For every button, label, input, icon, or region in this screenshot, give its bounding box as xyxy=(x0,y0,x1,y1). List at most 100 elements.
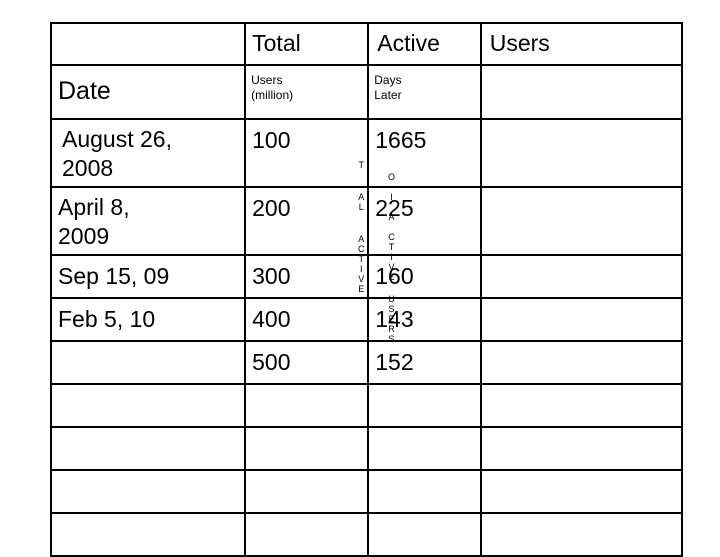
cell-users-value: 500 xyxy=(252,349,291,375)
cell-days-value xyxy=(369,428,479,433)
table-row: August 26, 2008 100 1665 xyxy=(49,118,684,188)
cell-date-line2: 2008 xyxy=(62,155,114,181)
header-cell-days-later: Days Later xyxy=(367,64,482,120)
cell-users: 200 xyxy=(244,186,370,256)
header-users-line2: (million) xyxy=(251,88,294,102)
cell-extra xyxy=(479,383,684,428)
cell-date-line1 xyxy=(52,471,244,476)
header-cell-users: Users xyxy=(479,22,684,66)
cell-users: 100 xyxy=(244,118,370,188)
cell-users-value xyxy=(246,471,367,476)
cell-days-value xyxy=(369,385,479,390)
cell-date xyxy=(49,383,247,428)
cell-date-line1 xyxy=(52,428,244,433)
cell-date-line1: August 26, xyxy=(62,126,172,152)
cell-extra-value xyxy=(482,188,681,193)
cell-date: August 26, 2008 xyxy=(49,118,247,188)
cell-days-value: 225 xyxy=(375,195,414,221)
cell-days xyxy=(367,469,482,514)
cell-extra xyxy=(479,426,684,471)
cell-days-value: 143 xyxy=(375,306,414,332)
header-users-text: Users xyxy=(489,30,550,56)
cell-extra-value xyxy=(482,514,681,519)
cell-users-value xyxy=(246,385,367,390)
cell-date-line1: Sep 15, 09 xyxy=(58,263,170,289)
cell-users: 400 xyxy=(244,297,370,342)
cell-extra-value xyxy=(482,342,681,347)
cell-users xyxy=(244,512,370,557)
cell-date-line1 xyxy=(52,342,244,347)
cell-date-line1: April 8, xyxy=(58,194,130,220)
header-blank-2-text xyxy=(482,66,681,73)
cell-users: 500 xyxy=(244,340,370,385)
cell-date xyxy=(49,426,247,471)
cell-users-value: 400 xyxy=(252,306,291,332)
cell-days: 160 xyxy=(367,254,482,299)
cell-extra xyxy=(479,297,684,342)
table-row: Feb 5, 10 400 143 xyxy=(49,297,684,342)
cell-date-line1 xyxy=(52,514,244,519)
header-date-text: Date xyxy=(58,77,111,105)
cell-date xyxy=(49,469,247,514)
cell-date: April 8, 2009 xyxy=(49,186,247,256)
cell-extra xyxy=(479,469,684,514)
table-row xyxy=(49,426,684,471)
header-days-line1: Days xyxy=(374,73,402,87)
table-row xyxy=(49,512,684,557)
cell-extra xyxy=(479,254,684,299)
cell-extra-value xyxy=(482,471,681,476)
cell-extra-value xyxy=(482,120,681,125)
cell-days-value: 1665 xyxy=(375,127,427,153)
cell-extra xyxy=(479,512,684,557)
table-header-row-1: Total Active Users xyxy=(49,22,684,66)
cell-users-value xyxy=(246,514,367,519)
header-cell-users-million: Users (million) xyxy=(244,64,370,120)
table-row: Sep 15, 09 300 160 xyxy=(49,254,684,299)
cell-days-value: 152 xyxy=(375,349,414,375)
header-users-line1: Users xyxy=(251,73,283,87)
header-users-million: Users (million) xyxy=(246,66,367,103)
cell-days xyxy=(367,512,482,557)
cell-users-value xyxy=(246,428,367,433)
cell-extra-value xyxy=(482,256,681,261)
table-row xyxy=(49,469,684,514)
cell-date-line1 xyxy=(52,385,244,390)
header-cell-active: Active xyxy=(367,22,482,66)
header-cell-date: Date xyxy=(49,64,247,120)
cell-days: 152 xyxy=(367,340,482,385)
cell-days-value xyxy=(369,471,479,476)
cell-users-value: 200 xyxy=(252,195,291,221)
header-cell-blank-2 xyxy=(479,64,684,120)
cell-days-value: 160 xyxy=(375,263,414,289)
cell-users-value: 300 xyxy=(252,263,291,289)
cell-extra-value xyxy=(482,299,681,304)
cell-extra-value xyxy=(482,385,681,390)
cell-days xyxy=(367,426,482,471)
cell-extra xyxy=(479,118,684,188)
cell-date: Feb 5, 10 xyxy=(49,297,247,342)
cell-date: Sep 15, 09 xyxy=(49,254,247,299)
cell-extra xyxy=(479,340,684,385)
cell-extra xyxy=(479,186,684,256)
cell-users: 300 xyxy=(244,254,370,299)
cell-days: 1665 xyxy=(367,118,482,188)
cell-date xyxy=(49,340,247,385)
spreadsheet-grid: Total Active Users Date Users (million) xyxy=(49,22,684,557)
cell-date-line1: Feb 5, 10 xyxy=(58,306,156,332)
cell-users xyxy=(244,469,370,514)
cell-days: 225 xyxy=(367,186,482,256)
cell-days xyxy=(367,383,482,428)
header-days-line2: Later xyxy=(374,88,402,102)
data-table: Total Active Users Date Users (million) xyxy=(49,22,684,557)
header-days-later: Days Later xyxy=(369,66,479,103)
table-row: 500 152 xyxy=(49,340,684,385)
cell-days: 143 xyxy=(367,297,482,342)
header-cell-total: Total xyxy=(244,22,370,66)
cell-date xyxy=(49,512,247,557)
table-header-row-2: Date Users (million) Days Later xyxy=(49,64,684,120)
cell-extra-value xyxy=(482,428,681,433)
cell-date-line2: 2009 xyxy=(58,223,110,249)
table-row xyxy=(49,383,684,428)
cell-users-value: 100 xyxy=(252,127,291,153)
table-row: April 8, 2009 200 225 xyxy=(49,186,684,256)
